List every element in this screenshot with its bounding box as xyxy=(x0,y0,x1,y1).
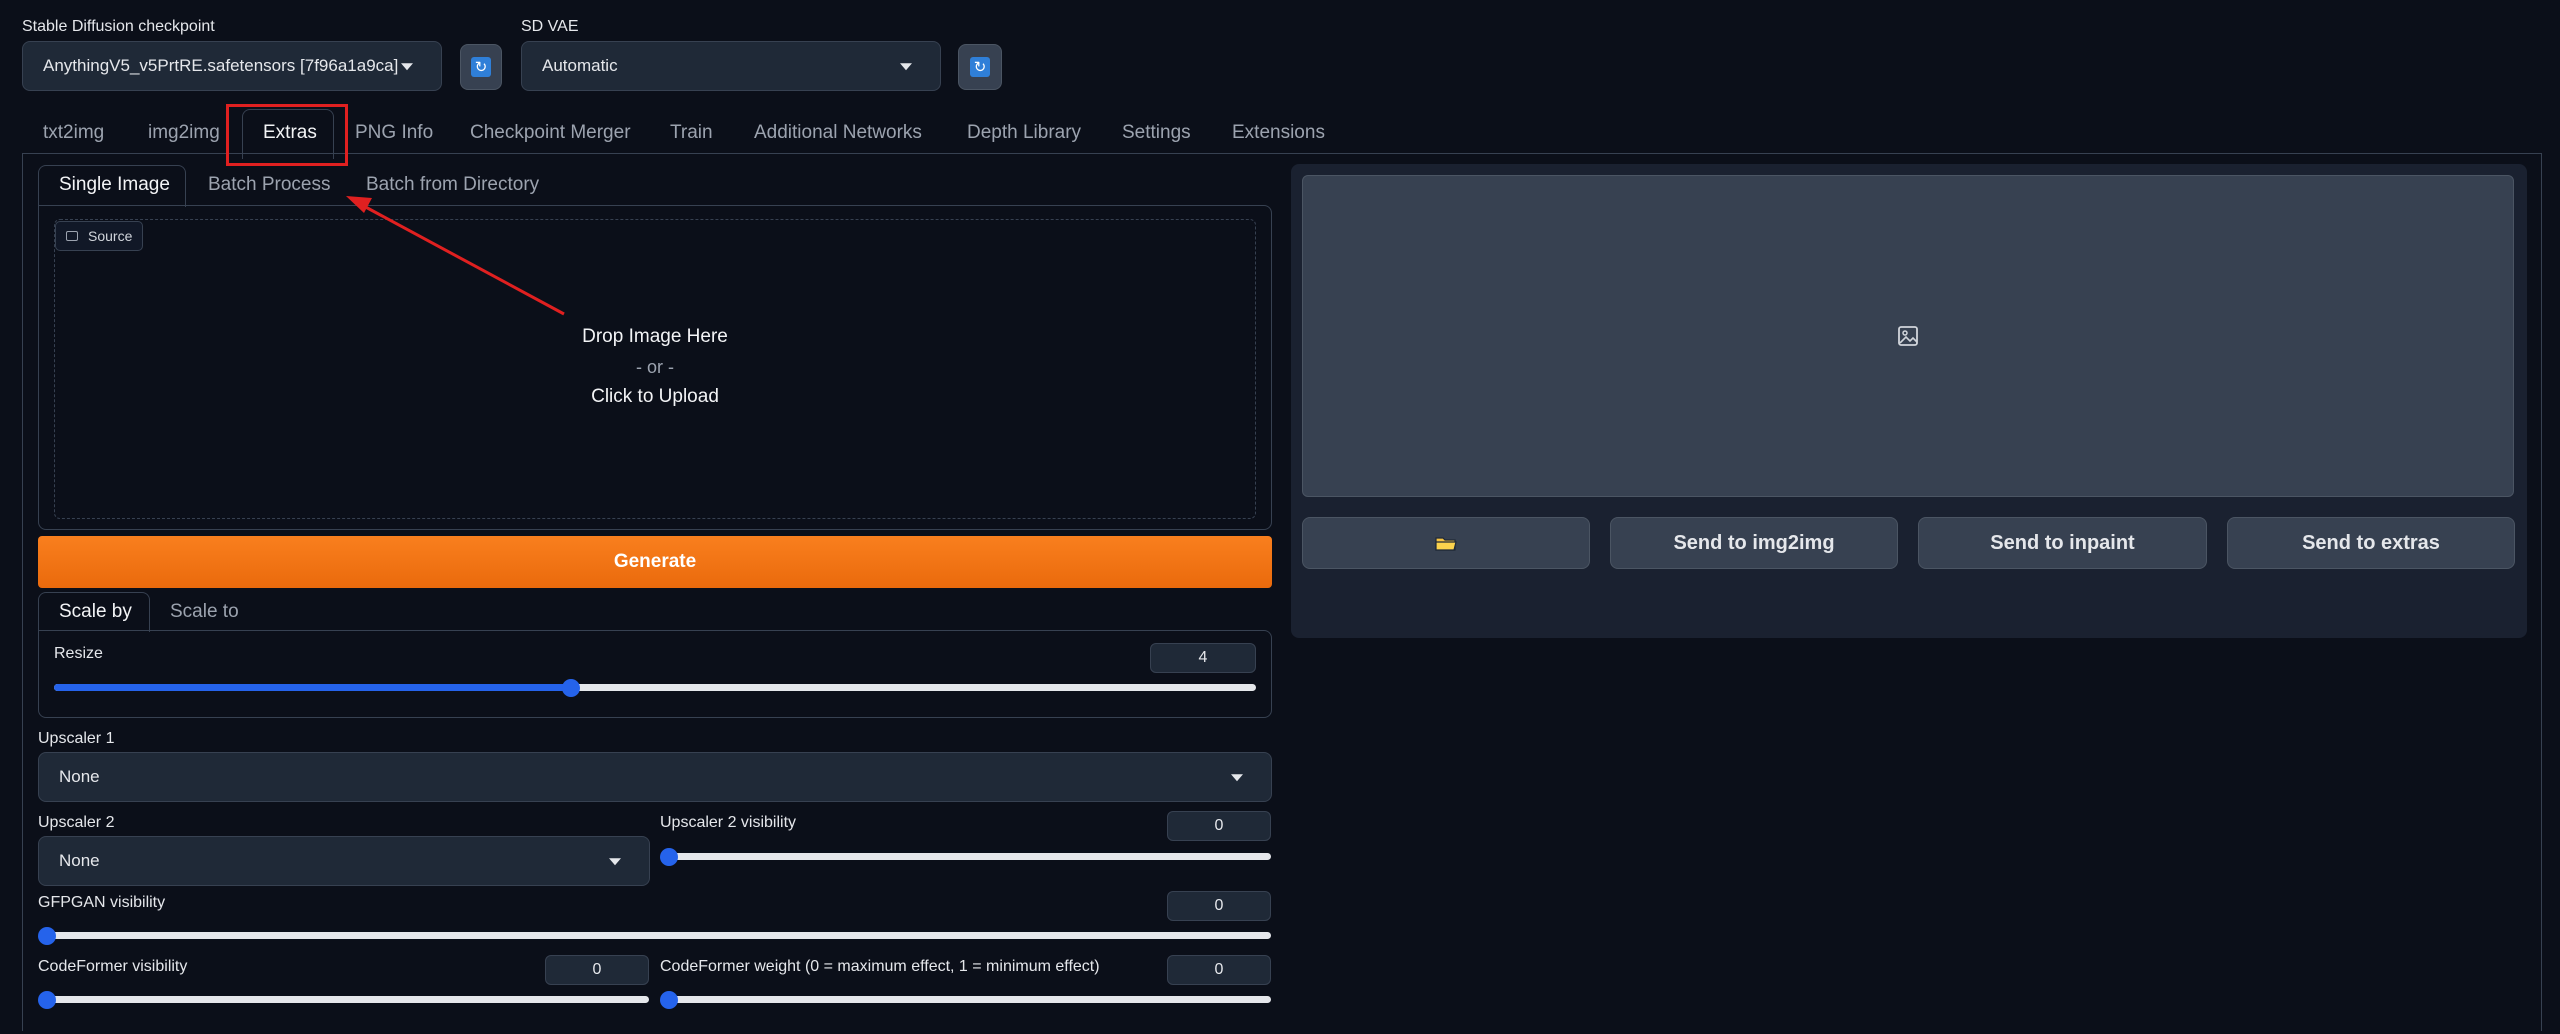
codeformer-visibility-slider[interactable] xyxy=(38,990,649,1009)
checkpoint-label: Stable Diffusion checkpoint xyxy=(22,18,215,35)
checkpoint-value: AnythingV5_v5PrtRE.safetensors [7f96a1a9… xyxy=(43,56,399,75)
resize-slider[interactable] xyxy=(54,678,1256,697)
send-to-img2img-button[interactable]: Send to img2img xyxy=(1610,517,1898,569)
tab-train[interactable]: Train xyxy=(670,122,713,144)
generate-button[interactable]: Generate xyxy=(38,536,1272,588)
tab-extensions[interactable]: Extensions xyxy=(1232,122,1325,144)
tab-img2img[interactable]: img2img xyxy=(148,122,220,144)
tab-checkpoint-merger[interactable]: Checkpoint Merger xyxy=(470,122,631,144)
gfpgan-slider-thumb[interactable] xyxy=(38,926,56,945)
click-upload-text[interactable]: Click to Upload xyxy=(54,386,1256,408)
codeformer-weight-label: CodeFormer weight (0 = maximum effect, 1… xyxy=(660,958,1100,975)
upscaler2-label: Upscaler 2 xyxy=(38,814,115,831)
source-badge: Source xyxy=(55,221,143,251)
or-text: - or - xyxy=(636,357,674,377)
tab-settings[interactable]: Settings xyxy=(1122,122,1191,144)
checkpoint-select[interactable]: AnythingV5_v5PrtRE.safetensors [7f96a1a9… xyxy=(22,41,442,91)
gfpgan-slider[interactable] xyxy=(38,926,1271,945)
send-to-extras-button[interactable]: Send to extras xyxy=(2227,517,2515,569)
tab-depth-library[interactable]: Depth Library xyxy=(967,122,1081,144)
codeformer-weight-thumb[interactable] xyxy=(660,990,678,1009)
subtab-batch-directory[interactable]: Batch from Directory xyxy=(366,174,539,196)
upscaler1-select[interactable]: None xyxy=(38,752,1272,802)
resize-slider-thumb[interactable] xyxy=(561,678,580,697)
tab-scale-by[interactable]: Scale by xyxy=(59,601,132,623)
upscaler2-select[interactable]: None xyxy=(38,836,650,886)
chevron-down-icon xyxy=(900,63,912,71)
tab-png-info[interactable]: PNG Info xyxy=(355,122,433,144)
folder-icon xyxy=(1435,537,1457,551)
source-badge-label: Source xyxy=(88,228,133,244)
subtab-single-image[interactable]: Single Image xyxy=(59,174,170,196)
upscaler2-visibility-label: Upscaler 2 visibility xyxy=(660,814,797,831)
vae-value: Automatic xyxy=(542,56,618,75)
image-icon xyxy=(1898,326,1918,346)
resize-label: Resize xyxy=(54,645,103,662)
codeformer-weight-slider[interactable] xyxy=(660,990,1271,1009)
annotation-highlight-box xyxy=(226,104,348,166)
vae-refresh-button[interactable]: ↻ xyxy=(958,44,1002,90)
subtab-batch-process[interactable]: Batch Process xyxy=(208,174,331,196)
chevron-down-icon xyxy=(401,63,413,71)
resize-number-input[interactable]: 4 xyxy=(1150,643,1256,673)
upscaler1-label: Upscaler 1 xyxy=(38,730,115,747)
upscaler2-visibility-thumb[interactable] xyxy=(660,847,678,866)
upscaler2-visibility-slider[interactable] xyxy=(660,847,1271,866)
tab-txt2img[interactable]: txt2img xyxy=(43,122,104,144)
upscaler2-value: None xyxy=(59,851,100,870)
codeformer-weight-input[interactable]: 0 xyxy=(1167,955,1271,985)
resize-slider-fill xyxy=(54,684,571,691)
gfpgan-label: GFPGAN visibility xyxy=(38,894,166,911)
codeformer-visibility-thumb[interactable] xyxy=(38,990,56,1009)
vae-select[interactable]: Automatic xyxy=(521,41,941,91)
drop-image-text: Drop Image Here xyxy=(582,326,728,347)
tab-scale-to[interactable]: Scale to xyxy=(170,601,239,623)
chevron-down-icon xyxy=(609,858,621,866)
refresh-icon: ↻ xyxy=(970,57,990,77)
checkpoint-refresh-button[interactable]: ↻ xyxy=(460,44,502,90)
gfpgan-input[interactable]: 0 xyxy=(1167,891,1271,921)
open-folder-button[interactable] xyxy=(1302,517,1590,569)
tab-additional-networks[interactable]: Additional Networks xyxy=(754,122,922,144)
refresh-icon: ↻ xyxy=(471,57,491,77)
send-to-inpaint-button[interactable]: Send to inpaint xyxy=(1918,517,2207,569)
codeformer-visibility-label: CodeFormer visibility xyxy=(38,958,188,975)
vae-label: SD VAE xyxy=(521,18,579,35)
output-image-area xyxy=(1302,175,2514,497)
image-icon xyxy=(66,231,78,241)
scale-panel xyxy=(38,630,1272,718)
codeformer-visibility-input[interactable]: 0 xyxy=(545,955,649,985)
upscaler1-value: None xyxy=(59,767,100,786)
upscaler2-visibility-input[interactable]: 0 xyxy=(1167,811,1271,841)
chevron-down-icon xyxy=(1231,774,1243,782)
